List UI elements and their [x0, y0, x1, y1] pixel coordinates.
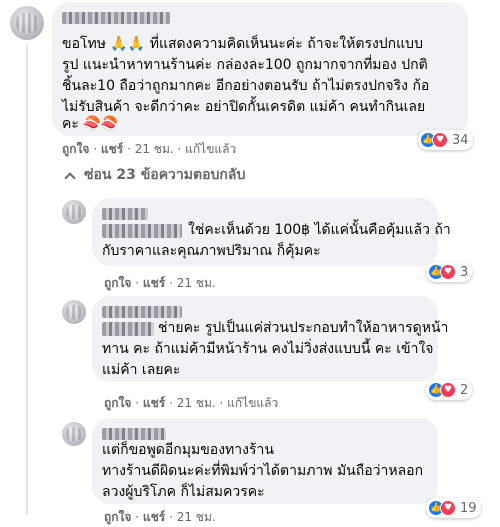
reaction-count: 2 [460, 382, 469, 398]
reply-bubble: แต่ก็ขอพูดอีกมุมของทางร้าน ทางร้านดีผิดน… [92, 418, 438, 504]
reply-actions: ถูกใจ · แชร์ · 21 ชม. [104, 510, 216, 524]
edited-label: แก้ไขแล้ว [185, 142, 237, 156]
reply-actions: ถูกใจ · แชร์ · 21 ชม. · แก้ไขแล้ว [104, 396, 279, 410]
reply-line: ทางร้านดีผิดนะค่ะที่พิมพ์ว่าได้ตามภาพ มั… [102, 463, 424, 479]
reply-mention-redacted[interactable] [102, 224, 182, 238]
thread-line [26, 44, 28, 514]
like-link[interactable]: ถูกใจ [104, 396, 131, 410]
reply-line: แต่ก็ขอพูดอีกมุมของทางร้าน [102, 442, 274, 458]
comment-line-5: คะ 🍣🍣 [62, 116, 119, 132]
reply-name-redacted[interactable] [102, 208, 148, 220]
reply-bubble: ช่ายคะ รูปเป็นแค่ส่วนประกอบทำให้อาหารดูห… [92, 296, 448, 382]
reaction-count: 19 [460, 500, 477, 516]
reply-bubble: ใช่คะเห็นด้วย 100฿ ได้แค่นั้นคือคุ้มแล้ว… [92, 198, 451, 266]
like-link[interactable]: ถูกใจ [62, 142, 89, 156]
reply-avatar[interactable] [62, 200, 86, 224]
comment-line-3: ชิ้นละ10 ถือว่าถูกมากคะ อีกอย่างตอนรับ ถ… [62, 78, 430, 94]
love-reaction-icon: ♥ [440, 500, 456, 516]
chevron-up-icon [64, 171, 76, 184]
reply-mention-redacted[interactable] [102, 322, 154, 336]
reply-name-redacted[interactable] [102, 428, 166, 440]
comment-bubble: ขอโทษ 🙏🙏 ที่แสดงความคิดเห็นนะค่ะ ถ้าจะให… [52, 2, 468, 136]
reply-line: ใช่คะเห็นด้วย 100฿ ได้แค่นั้นคือคุ้มแล้ว… [188, 222, 451, 238]
comment-line-1: ขอโทษ 🙏🙏 ที่แสดงความคิดเห็นนะค่ะ ถ้าจะให… [62, 36, 423, 52]
like-link[interactable]: ถูกใจ [104, 276, 131, 290]
reply-line: ทาน คะ ถ้าแม่ค้ามีหน้าร้าน คงไม่วิ่งส่งแ… [102, 341, 434, 357]
share-link[interactable]: แชร์ [143, 396, 165, 410]
reply-avatar[interactable] [62, 422, 86, 446]
reply-actions: ถูกใจ · แชร์ · 21 ชม. [104, 276, 216, 290]
reply-line: ลวงผู้บริโภค ก็ไม่สมควรคะ [102, 484, 265, 500]
timestamp[interactable]: 21 ชม. [177, 276, 216, 290]
hide-replies-toggle[interactable]: ซ่อน 23 ข้อความตอบกลับ [62, 164, 245, 186]
reply-avatar[interactable] [62, 300, 86, 324]
love-reaction-icon: ♥ [440, 382, 456, 398]
hide-replies-label: ซ่อน 23 ข้อความตอบกลับ [84, 167, 246, 183]
reply-line: ช่ายคะ รูปเป็นแค่ส่วนประกอบทำให้อาหารดูห… [158, 320, 449, 336]
comment-actions: ถูกใจ · แชร์ · 21 ชม. · แก้ไขแล้ว [62, 142, 237, 156]
edited-label: แก้ไขแล้ว [227, 396, 279, 410]
love-reaction-icon: ♥ [440, 264, 456, 280]
reply-reactions[interactable]: 👍 ♥ 3 [426, 262, 473, 282]
comment-line-2: รูป แนะนำหาทานร้านค่ะ กล่องละ100 ถูกมากจ… [62, 57, 428, 73]
reply-line: แม่ค้า เลยคะ [102, 362, 181, 378]
love-reaction-icon: ♥ [432, 132, 448, 148]
comment-reactions[interactable]: 👍 ♥ 34 [418, 130, 473, 150]
reaction-count: 3 [460, 264, 469, 280]
reply-name-redacted[interactable] [102, 306, 182, 318]
share-link[interactable]: แชร์ [143, 276, 165, 290]
commenter-avatar[interactable] [10, 6, 44, 40]
reply-reactions[interactable]: 👍 ♥ 19 [426, 498, 481, 518]
share-link[interactable]: แชร์ [101, 142, 123, 156]
timestamp[interactable]: 21 ชม. [177, 396, 216, 410]
commenter-name-redacted[interactable] [62, 12, 170, 24]
reply-line: กับราคาและคุณภาพปริมาณ ก็คุ้มคะ [102, 243, 321, 259]
reply-reactions[interactable]: 👍 ♥ 2 [426, 380, 473, 400]
reaction-count: 34 [452, 132, 469, 148]
timestamp[interactable]: 21 ชม. [135, 142, 174, 156]
